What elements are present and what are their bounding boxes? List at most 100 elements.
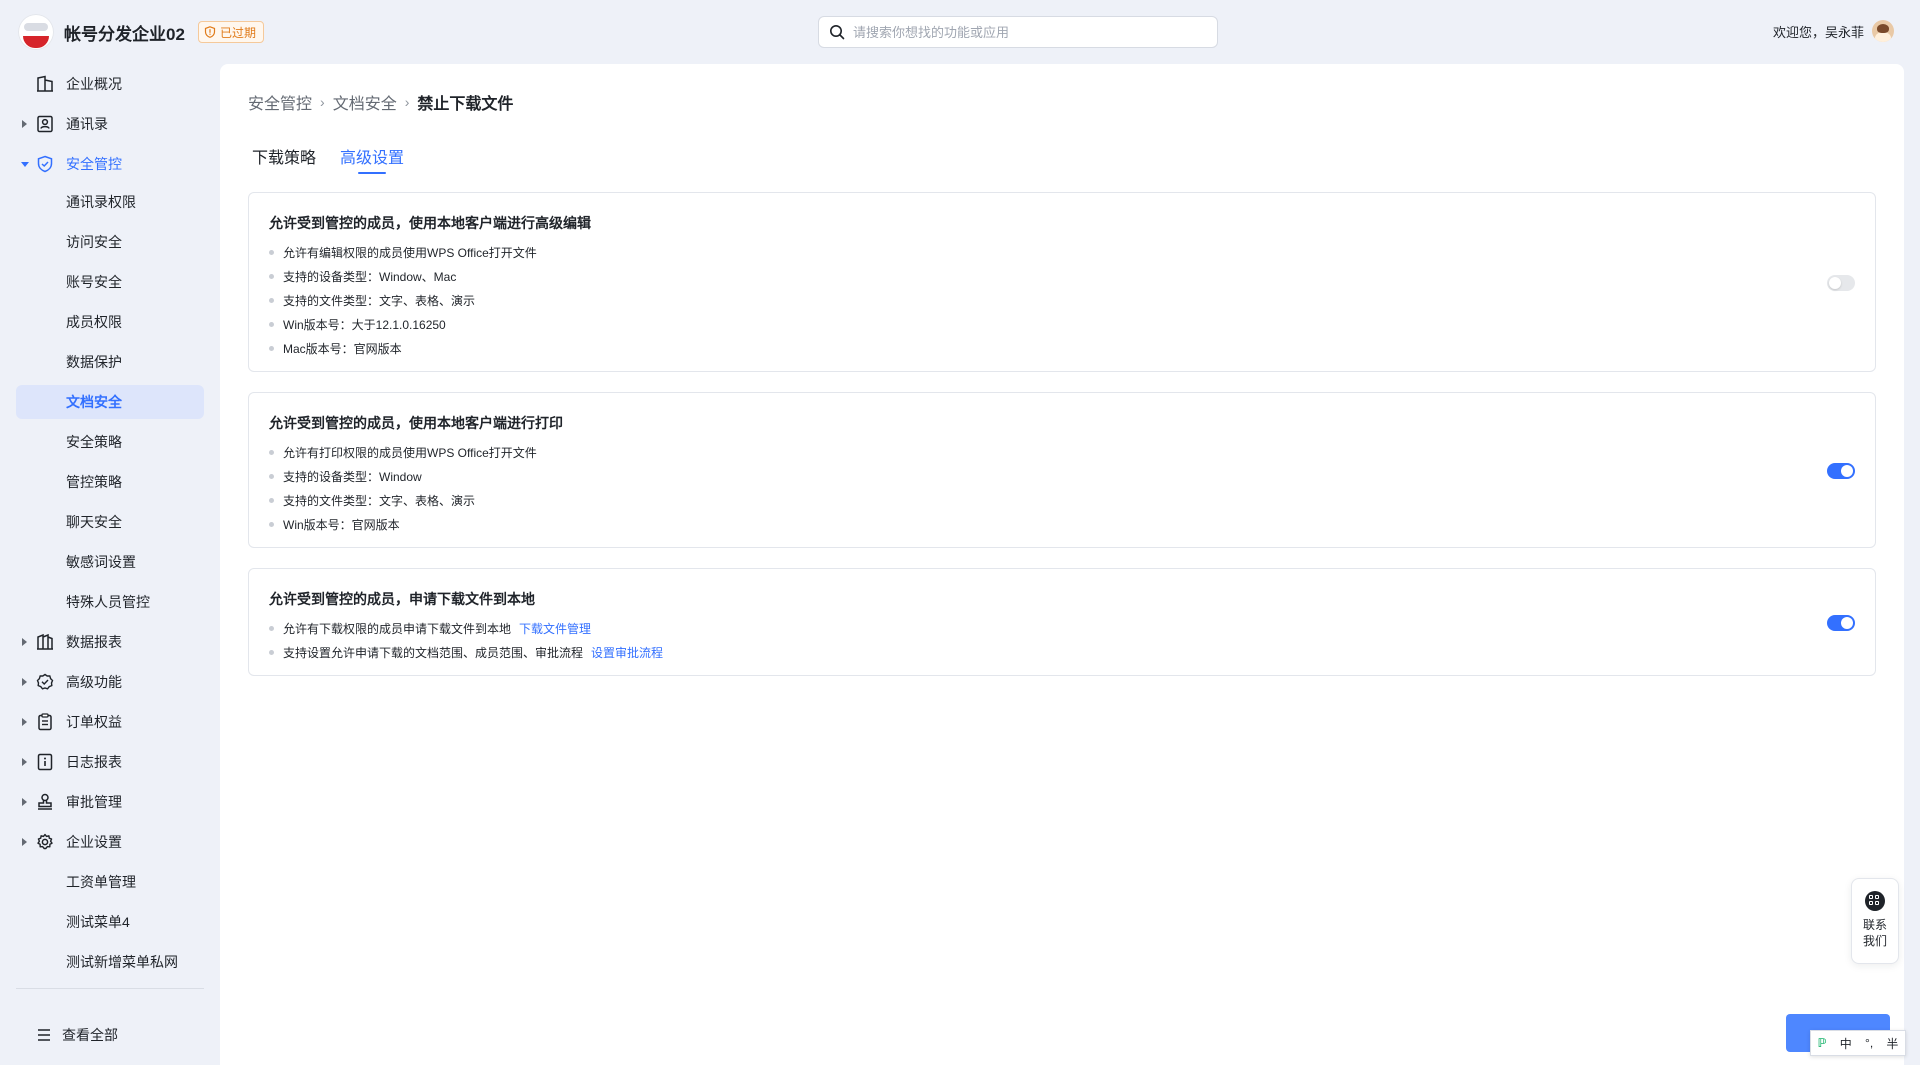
caret-right-icon xyxy=(22,120,27,128)
user-menu[interactable]: 欢迎您，吴永菲 xyxy=(1773,20,1894,42)
breadcrumb: 安全管控 › 文档安全 › 禁止下载文件 xyxy=(248,90,513,114)
search-input[interactable] xyxy=(853,24,1217,40)
sidebar-item-order-benefits[interactable]: 订单权益 xyxy=(0,702,220,742)
tab-advanced-settings[interactable]: 高级设置 xyxy=(340,144,404,176)
ime-width[interactable]: 半 xyxy=(1886,1035,1898,1052)
chevron-right-icon: › xyxy=(404,94,410,110)
top-bar: 帐号分发企业02 已过期 欢迎您，吴永菲 xyxy=(0,0,1920,64)
toggle-print[interactable] xyxy=(1827,463,1855,479)
list-item: 允许有下载权限的成员申请下载文件到本地 下载文件管理 xyxy=(269,617,663,641)
avatar[interactable] xyxy=(1872,20,1894,42)
sidebar-item-account-security[interactable]: 账号安全 xyxy=(0,262,220,302)
setting-card-print: 允许受到管控的成员，使用本地客户端进行打印 允许有打印权限的成员使用WPS Of… xyxy=(248,392,1876,548)
list-item-text: 允许有下载权限的成员申请下载文件到本地 xyxy=(283,622,512,636)
org-logo[interactable] xyxy=(18,14,54,50)
list-item: 支持设置允许申请下载的文档范围、成员范围、审批流程 设置审批流程 xyxy=(269,641,663,665)
search-icon xyxy=(830,25,845,40)
sidebar-item-test-menu-4[interactable]: 测试菜单4 xyxy=(0,902,220,942)
sidebar-item-enterprise-settings[interactable]: 企业设置 xyxy=(0,822,220,862)
contacts-icon xyxy=(37,115,53,133)
sidebar-item-test-private-menu[interactable]: 测试新增菜单私网 xyxy=(0,942,220,982)
contact-us-button[interactable]: 联系我们 xyxy=(1851,878,1899,964)
sidebar-item-advanced[interactable]: 高级功能 xyxy=(0,662,220,702)
sidebar-item-data-protection[interactable]: 数据保护 xyxy=(0,342,220,382)
sidebar-item-security-policy[interactable]: 安全策略 xyxy=(0,422,220,462)
card-title: 允许受到管控的成员，申请下载文件到本地 xyxy=(269,591,535,607)
sidebar-item-chat-security[interactable]: 聊天安全 xyxy=(0,502,220,542)
set-approval-flow-link[interactable]: 设置审批流程 xyxy=(591,646,663,660)
sidebar-divider xyxy=(16,988,204,989)
clipboard-icon xyxy=(38,713,52,731)
sidebar-item-payroll[interactable]: 工资单管理 xyxy=(0,862,220,902)
welcome-text: 欢迎您，吴永菲 xyxy=(1772,24,1864,40)
list-item: Win版本号：官网版本 xyxy=(269,513,537,537)
list-item: 支持的设备类型：Window xyxy=(269,465,537,489)
sidebar-item-control-policy[interactable]: 管控策略 xyxy=(0,462,220,502)
ime-punctuation[interactable]: °, xyxy=(1865,1036,1873,1050)
list-item: 支持的设备类型：Window、Mac xyxy=(269,265,537,289)
list-item: Mac版本号：官网版本 xyxy=(269,337,537,361)
list-item-text: 支持设置允许申请下载的文档范围、成员范围、审批流程 xyxy=(283,646,584,660)
gear-icon xyxy=(37,833,53,850)
badge-text: 已过期 xyxy=(220,25,257,40)
ime-toolbar[interactable]: ℙ 中 °, 半 xyxy=(1810,1030,1906,1056)
toggle-apply-download[interactable] xyxy=(1827,615,1855,631)
report-icon xyxy=(37,633,53,650)
sidebar-item-contacts[interactable]: 通讯录 xyxy=(0,104,220,144)
sidebar-item-log-report[interactable]: 日志报表 xyxy=(0,742,220,782)
tab-bar: 下载策略 高级设置 xyxy=(252,144,404,176)
sidebar-item-contacts-permission[interactable]: 通讯录权限 xyxy=(0,182,220,222)
sidebar-item-access-security[interactable]: 访问安全 xyxy=(0,222,220,262)
card-detail-list: 允许有编辑权限的成员使用WPS Office打开文件 支持的设备类型：Windo… xyxy=(269,241,537,361)
menu-list-icon xyxy=(38,1029,50,1041)
search-box[interactable] xyxy=(818,16,1218,48)
caret-right-icon xyxy=(22,718,27,726)
ime-mode[interactable]: 中 xyxy=(1840,1035,1852,1052)
tab-download-policy[interactable]: 下载策略 xyxy=(252,144,316,176)
list-item: 允许有编辑权限的成员使用WPS Office打开文件 xyxy=(269,241,537,265)
sidebar-item-document-security[interactable]: 文档安全 xyxy=(0,382,220,422)
sidebar-item-sensitive-words[interactable]: 敏感词设置 xyxy=(0,542,220,582)
stamp-icon xyxy=(38,793,52,810)
sidebar-item-security-control[interactable]: 安全管控 xyxy=(0,144,220,184)
info-doc-icon xyxy=(37,753,53,771)
sidebar-item-data-report[interactable]: 数据报表 xyxy=(0,622,220,662)
sidebar-item-member-permission[interactable]: 成员权限 xyxy=(0,302,220,342)
download-file-management-link[interactable]: 下载文件管理 xyxy=(519,622,591,636)
list-item: 允许有打印权限的成员使用WPS Office打开文件 xyxy=(269,441,537,465)
breadcrumb-item[interactable]: 安全管控 xyxy=(248,90,312,114)
building-icon xyxy=(37,75,53,92)
sidebar: 企业概况 通讯录 安全管控 通讯录权限 访问安全 账号安全 成员权限 数据保护 … xyxy=(0,64,220,1065)
breadcrumb-item[interactable]: 文档安全 xyxy=(333,90,397,114)
org-name[interactable]: 帐号分发企业02 xyxy=(64,20,185,45)
sidebar-item-approval[interactable]: 审批管理 xyxy=(0,782,220,822)
card-title: 允许受到管控的成员，使用本地客户端进行打印 xyxy=(269,415,563,431)
shield-warning-icon xyxy=(204,26,216,38)
setting-card-apply-download: 允许受到管控的成员，申请下载文件到本地 允许有下载权限的成员申请下载文件到本地下… xyxy=(248,568,1876,676)
sidebar-item-overview[interactable]: 企业概况 xyxy=(0,64,220,104)
list-item: 支持的文件类型：文字、表格、演示 xyxy=(269,489,537,513)
shield-check-icon xyxy=(37,155,53,173)
caret-right-icon xyxy=(22,638,27,646)
caret-down-icon xyxy=(21,162,29,167)
chevron-right-icon: › xyxy=(320,94,325,110)
main-panel: 安全管控 › 文档安全 › 禁止下载文件 下载策略 高级设置 允许受到管控的成员… xyxy=(220,64,1904,1065)
expired-badge: 已过期 xyxy=(198,21,265,43)
setting-card-advanced-edit: 允许受到管控的成员，使用本地客户端进行高级编辑 允许有编辑权限的成员使用WPS … xyxy=(248,192,1876,372)
page-title: 禁止下载文件 xyxy=(417,96,514,113)
card-title: 允许受到管控的成员，使用本地客户端进行高级编辑 xyxy=(269,215,591,231)
caret-right-icon xyxy=(22,798,27,806)
toggle-advanced-edit[interactable] xyxy=(1827,275,1855,291)
grid-contact-icon xyxy=(1865,891,1885,911)
contact-us-label: 联系我们 xyxy=(1862,918,1887,948)
card-detail-list: 允许有打印权限的成员使用WPS Office打开文件 支持的设备类型：Windo… xyxy=(269,441,537,537)
ime-logo-icon[interactable]: ℙ xyxy=(1818,1036,1827,1050)
sidebar-item-special-personnel[interactable]: 特殊人员管控 xyxy=(0,582,220,622)
view-all-button[interactable]: 查看全部 xyxy=(0,1015,220,1055)
card-detail-list: 允许有下载权限的成员申请下载文件到本地 下载文件管理 支持设置允许申请下载的文档范… xyxy=(269,617,663,665)
caret-right-icon xyxy=(22,678,27,686)
list-item: 支持的文件类型：文字、表格、演示 xyxy=(269,289,537,313)
list-item: Win版本号：大于12.1.0.16250 xyxy=(269,313,537,337)
caret-right-icon xyxy=(22,758,27,766)
caret-right-icon xyxy=(22,838,27,846)
